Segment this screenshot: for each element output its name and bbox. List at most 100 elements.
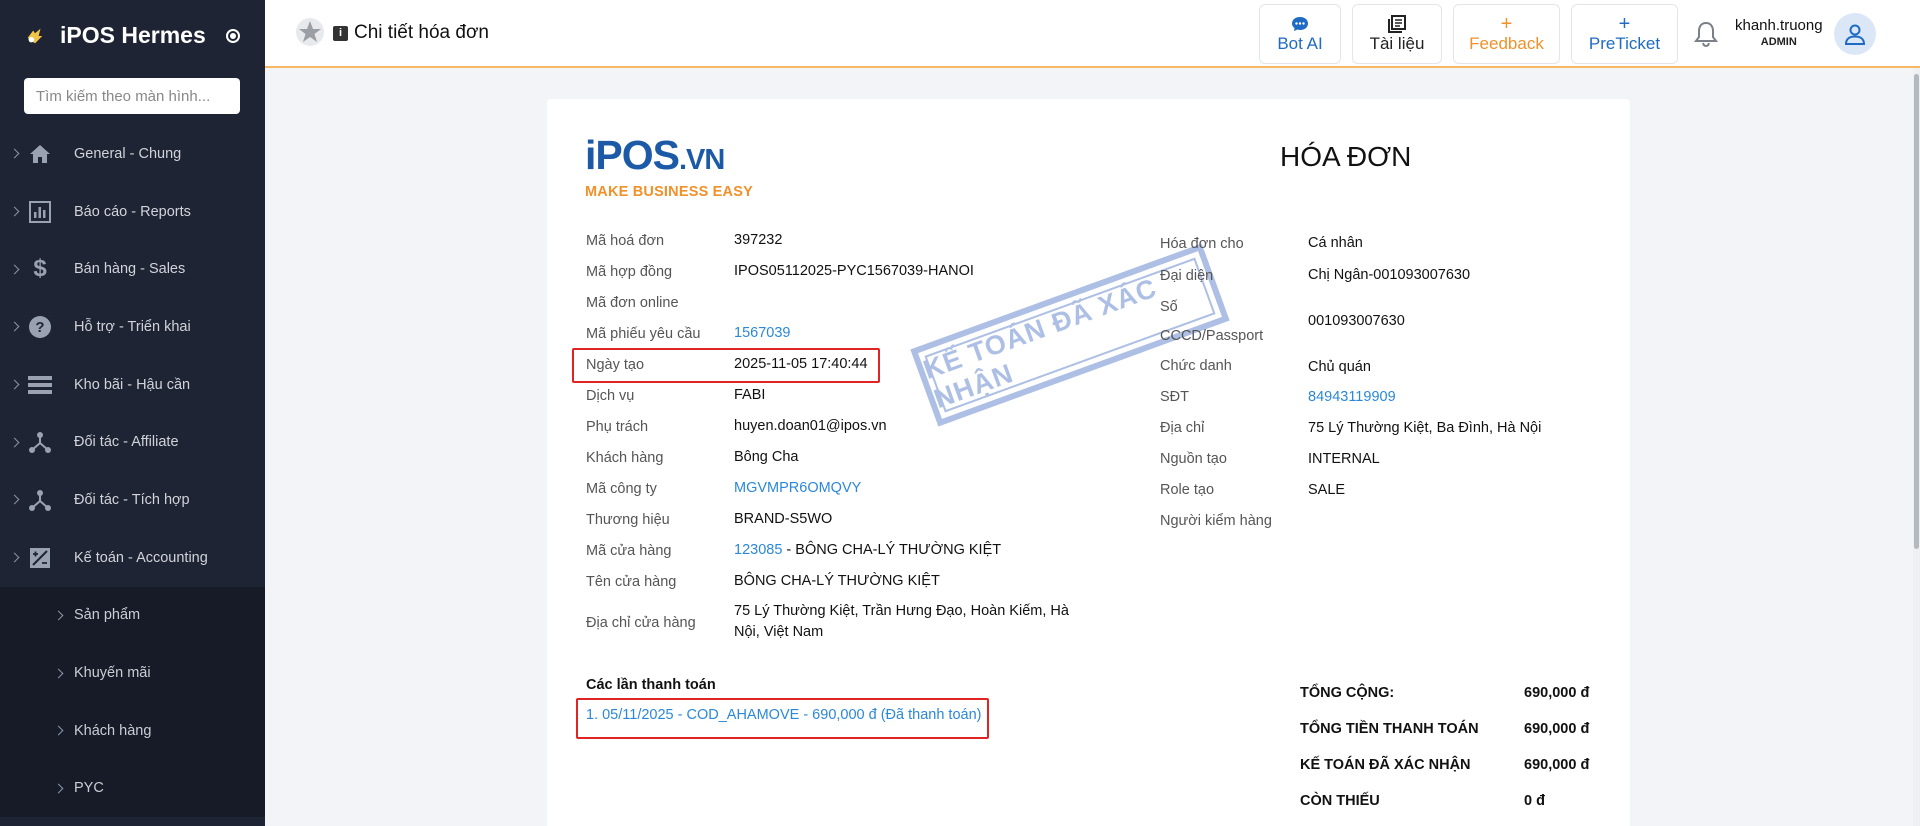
chevron-right-icon (9, 437, 20, 448)
sidebar-item-warehouse[interactable]: Kho bãi - Hậu cần (0, 356, 265, 414)
logo-text: iPOS.VN (585, 135, 753, 180)
field-label: Thương hiệu (586, 512, 670, 528)
sidebar-subitem-products[interactable]: Sản phẩm (0, 587, 265, 645)
field-label: Số (1160, 299, 1178, 315)
sidebar-subitem-promotions[interactable]: Khuyến mãi (0, 644, 265, 702)
sidebar-item-reports[interactable]: Báo cáo - Reports (0, 183, 265, 241)
sidebar-item-label: Bán hàng - Sales (74, 261, 186, 278)
network-icon (28, 488, 52, 512)
invoice-for-value: Cá nhân (1308, 235, 1363, 251)
request-id-link[interactable]: 1567039 (734, 325, 790, 341)
sidebar-item-label: Hỗ trợ - Triển khai (74, 318, 191, 335)
sidebar-subitem-customers[interactable]: Khách hàng (0, 702, 265, 760)
store-id-name: - BÔNG CHA-LÝ THƯỜNG KIỆT (782, 542, 1002, 558)
source-value: INTERNAL (1308, 451, 1380, 467)
page-scrollbar[interactable] (1913, 68, 1920, 826)
feedback-label: Feedback (1469, 34, 1544, 53)
field-label: SĐT (1160, 389, 1189, 405)
sidebar: iPOS Hermes General - Chung Báo cáo - Re… (0, 0, 265, 826)
sidebar-menu: General - Chung Báo cáo - Reports $ Bán … (0, 125, 265, 818)
radio-dot-icon[interactable] (225, 28, 240, 43)
brand[interactable]: iPOS Hermes (24, 22, 240, 49)
scrollbar-thumb[interactable] (1914, 74, 1919, 549)
field-label: Mã công ty (586, 481, 657, 497)
store-address-line1: 75 Lý Thường Kiệt, Trần Hưng Đạo, Hoàn K… (734, 603, 1069, 619)
preticket-button[interactable]: + PreTicket (1571, 4, 1678, 64)
logo-tagline: MAKE BUSINESS EASY (585, 184, 753, 200)
sidebar-subitem-label: Sản phẩm (74, 607, 141, 624)
field-label: CCCD/Passport (1160, 328, 1264, 344)
accounting-confirmed-value: 690,000 đ (1524, 757, 1590, 773)
page-title-text: Chi tiết hóa đơn (354, 22, 489, 43)
phone-link[interactable]: 84943119909 (1308, 389, 1396, 405)
bell-icon[interactable] (1693, 20, 1719, 48)
field-label: Đại diện (1160, 268, 1214, 284)
remaining-label: CÒN THIẾU (1300, 793, 1380, 809)
invoice-id-value: 397232 (734, 232, 783, 248)
position-value: Chủ quán (1308, 359, 1371, 375)
bot-ai-label: Bot AI (1277, 34, 1323, 53)
plus-icon: + (1500, 13, 1513, 35)
sidebar-item-sales[interactable]: $ Bán hàng - Sales (0, 240, 265, 298)
created-date-value: 2025-11-05 17:40:44 (734, 356, 868, 372)
hermes-logo-icon (27, 28, 43, 43)
sidebar-item-label: Đối tác - Tích hợp (74, 491, 190, 508)
avatar[interactable] (1834, 13, 1876, 55)
chevron-right-icon (53, 668, 64, 678)
field-label: Nguồn tạo (1160, 451, 1227, 467)
dollar-icon: $ (33, 255, 47, 283)
sidebar-item-integration[interactable]: Đối tác - Tích hợp (0, 471, 265, 529)
company-id-link[interactable]: MGVMPR6OMQVY (734, 480, 861, 496)
svg-text:?: ? (35, 319, 44, 336)
payments-title: Các lần thanh toán (586, 677, 716, 693)
plus-icon: + (1618, 13, 1631, 35)
chat-bubble-icon (1291, 14, 1309, 34)
payment-item-link[interactable]: 1. 05/11/2025 - COD_AHAMOVE - 690,000 đ … (586, 707, 981, 723)
sidebar-item-general[interactable]: General - Chung (0, 125, 265, 183)
help-icon: ? (28, 315, 52, 339)
assignee-value: huyen.doan01@ipos.vn (734, 418, 887, 434)
accounting-confirmed-label: KẾ TOÁN ĐÃ XÁC NHẬN (1300, 757, 1471, 773)
accounting-submenu: Sản phẩm Khuyến mãi Khách hàng PYC (0, 586, 265, 818)
sidebar-search-input[interactable] (24, 78, 240, 114)
field-label: Phụ trách (586, 419, 649, 435)
id-number-value: 001093007630 (1308, 313, 1405, 329)
page-title: i Chi tiết hóa đơn (333, 22, 489, 44)
preticket-label: PreTicket (1588, 34, 1661, 53)
docs-button[interactable]: Tài liệu (1352, 4, 1442, 64)
sidebar-subitem-label: PYC (74, 780, 104, 797)
user-icon (1844, 24, 1866, 45)
user-name: khanh.truong (1735, 17, 1823, 34)
feedback-button[interactable]: + Feedback (1453, 4, 1560, 64)
remaining-value: 0 đ (1524, 793, 1545, 809)
sidebar-item-affiliate[interactable]: Đối tác - Affiliate (0, 413, 265, 471)
field-label: Mã đơn online (586, 295, 679, 311)
sidebar-item-accounting[interactable]: Kế toán - Accounting (0, 529, 265, 587)
chevron-right-icon (9, 264, 20, 275)
role-value: SALE (1308, 482, 1346, 498)
sidebar-item-support[interactable]: ? Hỗ trợ - Triển khai (0, 298, 265, 356)
store-name-value: BÔNG CHA-LÝ THƯỜNG KIỆT (734, 573, 940, 589)
field-label: Địa chỉ (1160, 420, 1205, 436)
store-id-link[interactable]: 123085 (734, 542, 782, 558)
app-name: iPOS Hermes (60, 22, 206, 48)
contract-id-value: IPOS05112025-PYC1567039-HANOI (734, 263, 974, 279)
sidebar-subitem-pyc[interactable]: PYC (0, 760, 265, 818)
field-label: Chức danh (1160, 358, 1232, 374)
chevron-right-icon (9, 552, 20, 563)
invoice-title: HÓA ĐƠN (1280, 141, 1412, 172)
logo-suffix: .VN (678, 144, 725, 176)
total-paid-label: TỔNG TIỀN THANH TOÁN (1300, 721, 1479, 737)
sidebar-item-label: Báo cáo - Reports (74, 203, 191, 220)
field-label: Ngày tạo (586, 357, 645, 373)
user-info[interactable]: khanh.truong ADMIN (1735, 17, 1823, 48)
favorite-star-icon[interactable] (295, 17, 325, 47)
chart-icon (28, 200, 52, 224)
bot-ai-button[interactable]: Bot AI (1259, 4, 1341, 64)
sidebar-item-label: Kho bãi - Hậu cần (74, 376, 191, 393)
field-label: Địa chỉ cửa hàng (586, 615, 696, 631)
address-value: 75 Lý Thường Kiệt, Ba Đình, Hà Nội (1308, 420, 1542, 436)
home-icon (28, 142, 52, 166)
sidebar-subitem-label: Khách hàng (74, 722, 152, 739)
ipos-logo: iPOS.VN MAKE BUSINESS EASY (585, 135, 753, 201)
